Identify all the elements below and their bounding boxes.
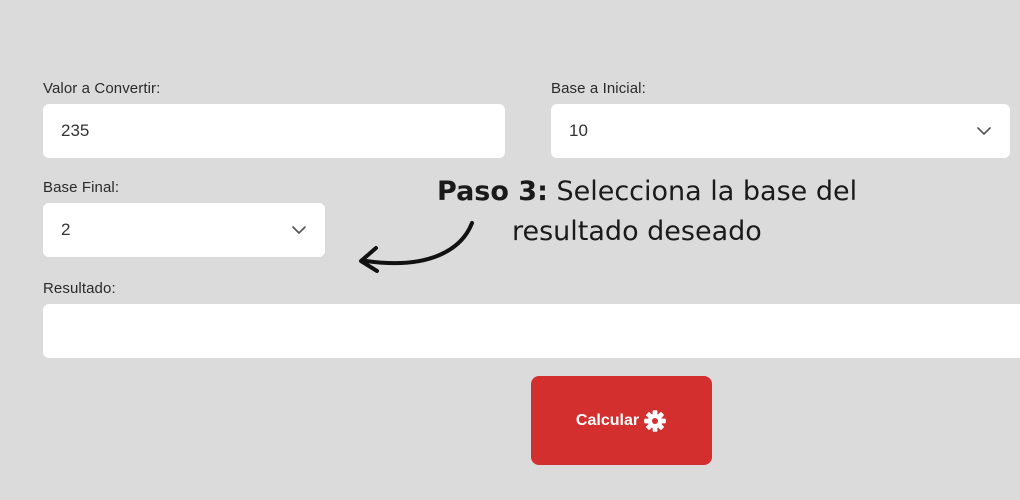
valor-label: Valor a Convertir:: [43, 80, 161, 97]
base-final-select[interactable]: 2: [43, 203, 325, 257]
base-final-label: Base Final:: [43, 179, 120, 196]
base-final-value: 2: [61, 220, 71, 239]
valor-input[interactable]: 235: [43, 104, 505, 158]
base-inicial-label: Base a Inicial:: [551, 80, 646, 97]
annotation-line-1-text: Selecciona la base del: [547, 176, 858, 207]
chevron-down-icon: [292, 226, 306, 234]
annotation-line-2: resultado deseado: [512, 216, 762, 247]
resultado-output[interactable]: [43, 304, 1020, 358]
curved-arrow-icon: [359, 221, 474, 273]
chevron-down-icon: [977, 127, 991, 135]
gear-icon: [644, 409, 666, 432]
calcular-button-label: Calcular: [575, 411, 640, 429]
base-inicial-select[interactable]: 10: [551, 104, 1010, 158]
valor-input-value: 235: [61, 121, 90, 140]
resultado-label: Resultado:: [43, 280, 116, 297]
base-inicial-value: 10: [569, 121, 588, 140]
calcular-button[interactable]: Calcular: [531, 376, 712, 465]
annotation-step: Paso 3:: [437, 176, 548, 207]
annotation-line-1: Paso 3: Selecciona la base del: [437, 172, 857, 212]
annotation-text: Paso 3: Selecciona la base del resultado…: [437, 172, 857, 252]
